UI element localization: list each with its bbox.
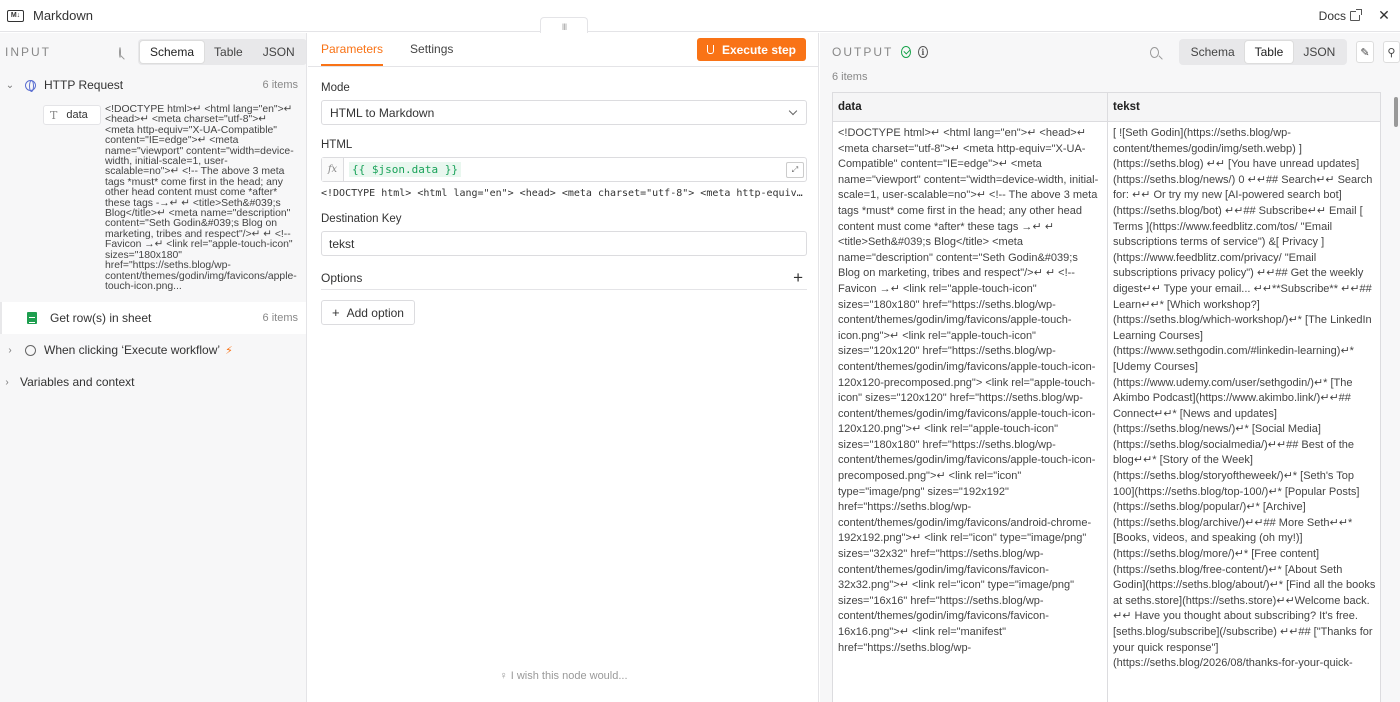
success-check-icon — [901, 46, 912, 58]
input-tab-schema[interactable]: Schema — [140, 41, 205, 63]
close-icon[interactable]: ✕ — [1376, 7, 1392, 24]
node-http-request[interactable]: ⌄ HTTP Request 6 items — [0, 69, 306, 101]
input-panel: INPUT Schema Table JSON ⌄ HTTP Request 6… — [0, 33, 307, 702]
items-count: 6 items — [262, 312, 298, 325]
google-sheets-icon — [27, 312, 37, 325]
tab-settings[interactable]: Settings — [410, 42, 453, 66]
output-label: OUTPUT — [832, 45, 894, 59]
scrollbar[interactable] — [1394, 93, 1400, 702]
destination-key-value: tekst — [329, 236, 355, 251]
items-count: 6 items — [262, 79, 298, 91]
field-key[interactable]: T data — [43, 105, 101, 125]
output-items-count: 6 items — [832, 71, 868, 83]
external-link-icon — [1350, 8, 1362, 21]
output-panel: OUTPUT i Schema Table JSON ✎ ⚲ 6 items d… — [820, 33, 1400, 702]
expression-value: {{ $json.data }} — [349, 162, 461, 177]
globe-icon — [25, 79, 36, 92]
options-row: Options + — [321, 266, 807, 290]
mode-select[interactable]: HTML to Markdown — [321, 100, 807, 125]
variables-label: Variables and context — [20, 375, 135, 390]
html-label: HTML — [321, 139, 353, 151]
chevron-down-icon[interactable]: ⌄ — [0, 80, 20, 91]
docs-label: Docs — [1318, 8, 1346, 23]
expand-icon[interactable]: ⤢ — [786, 162, 804, 178]
node-name: When clicking ‘Execute workflow’ — [44, 343, 221, 358]
flask-icon — [706, 45, 714, 54]
node-name: Get row(s) in sheet — [50, 311, 152, 326]
mode-label: Mode — [321, 82, 350, 94]
table-cell-data: <!DOCTYPE html>↵ <html lang="en">↵ <head… — [838, 127, 1101, 654]
output-tab-table[interactable]: Table — [1244, 41, 1294, 63]
node-manual-trigger[interactable]: › When clicking ‘Execute workflow’ ⚡ — [0, 334, 306, 366]
scrollbar-thumb[interactable] — [1394, 97, 1398, 127]
node-name: HTTP Request — [44, 78, 124, 92]
html-expression-field[interactable]: fx {{ $json.data }} ⤢ — [321, 157, 807, 182]
info-icon[interactable]: i — [918, 46, 928, 58]
lightbulb-icon: ♀ — [499, 670, 508, 682]
column-header-tekst[interactable]: tekst — [1108, 93, 1380, 122]
execute-step-button[interactable]: Execute step — [696, 38, 806, 61]
search-icon[interactable] — [119, 46, 121, 58]
chevron-down-icon — [788, 106, 798, 116]
chevron-right-icon[interactable]: › — [0, 345, 20, 356]
node-title[interactable]: Markdown — [33, 8, 93, 23]
input-tab-table[interactable]: Table — [204, 41, 253, 63]
plus-icon: + — [332, 305, 340, 320]
field-value: <!DOCTYPE html>↵ <html lang="en">↵ <head… — [105, 104, 297, 292]
lightning-icon: ⚡ — [225, 344, 233, 357]
node-get-rows[interactable]: Get row(s) in sheet 6 items — [0, 302, 306, 335]
variables-context[interactable]: › Variables and context — [0, 366, 306, 398]
pin-icon: ⚲ — [1387, 46, 1396, 59]
mode-value: HTML to Markdown — [330, 105, 435, 120]
table-cell-tekst: [ ![Seth Godin](https://seths.blog/wp-co… — [1113, 127, 1379, 670]
column-header-data[interactable]: data — [833, 93, 1107, 122]
text-type-icon: T — [50, 108, 58, 122]
plus-icon[interactable]: + — [793, 268, 803, 288]
docs-link[interactable]: Docs — [1318, 8, 1362, 23]
execute-label: Execute step — [721, 42, 796, 57]
field-key-label: data — [66, 109, 88, 121]
feedback-link[interactable]: ♀ I wish this node would... — [308, 670, 819, 682]
pencil-icon: ✎ — [1360, 46, 1370, 59]
chevron-right-icon[interactable]: › — [0, 377, 14, 388]
add-option-label: Add option — [346, 305, 404, 320]
add-option-button[interactable]: + Add option — [321, 300, 415, 325]
parameters-panel: Parameters Settings Execute step Mode HT… — [308, 33, 819, 702]
search-icon[interactable] — [1149, 46, 1159, 58]
options-label: Options — [321, 270, 363, 285]
tab-parameters[interactable]: Parameters — [321, 42, 384, 66]
top-bar: M↓ Markdown Docs ✕ — [0, 0, 1400, 32]
edit-output-button[interactable]: ✎ — [1356, 41, 1374, 63]
destination-key-label: Destination Key — [321, 213, 402, 225]
input-view-toggle: Schema Table JSON — [138, 39, 306, 65]
fx-icon: fx — [322, 158, 344, 181]
output-tab-json[interactable]: JSON — [1293, 41, 1345, 63]
output-view-toggle: Schema Table JSON — [1178, 39, 1348, 65]
destination-key-input[interactable]: tekst — [321, 231, 807, 256]
wish-text: I wish this node would... — [510, 670, 628, 682]
pin-data-button[interactable]: ⚲ — [1382, 41, 1400, 63]
input-tab-json[interactable]: JSON — [253, 41, 305, 63]
expression-preview: <!DOCTYPE html> <html lang="en"> <head> … — [321, 188, 807, 199]
output-table: data tekst <!DOCTYPE html>↵ <html lang="… — [832, 92, 1381, 702]
cursor-click-icon — [25, 344, 36, 356]
markdown-logo-icon: M↓ — [7, 9, 24, 22]
output-tab-schema[interactable]: Schema — [1181, 41, 1245, 63]
input-label: INPUT — [5, 45, 51, 59]
schema-field-row: T data <!DOCTYPE html>↵ <html lang="en">… — [0, 101, 306, 292]
